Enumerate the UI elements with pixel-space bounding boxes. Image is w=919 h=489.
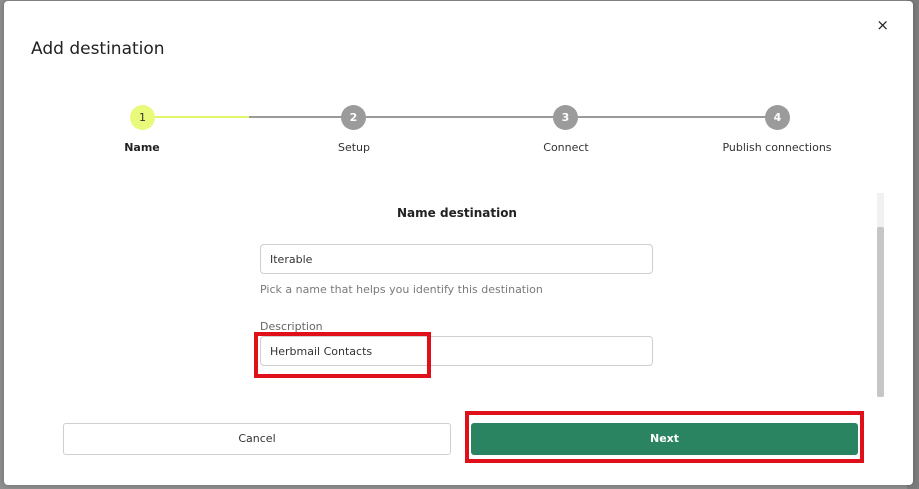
step-2-circle[interactable]: 2 (341, 105, 366, 130)
next-button[interactable]: Next (471, 423, 858, 455)
step-connector-1 (155, 116, 249, 118)
close-icon[interactable]: × (876, 18, 889, 33)
step-3-circle[interactable]: 3 (553, 105, 578, 130)
cancel-button[interactable]: Cancel (63, 423, 451, 455)
step-2-label: Setup (337, 141, 371, 154)
step-connector-1b (249, 116, 354, 118)
section-title: Name destination (397, 206, 517, 220)
modal-title: Add destination (31, 39, 165, 59)
step-1-label: Name (124, 141, 160, 154)
description-label: Description (260, 320, 323, 333)
step-3-label: Connect (543, 141, 589, 154)
step-4-circle[interactable]: 4 (765, 105, 790, 130)
destination-name-input[interactable] (260, 244, 653, 274)
name-helper-text: Pick a name that helps you identify this… (260, 283, 543, 296)
step-connector-3 (578, 116, 778, 118)
add-destination-modal: Add destination × 1 2 3 4 Name Setup Con… (4, 1, 913, 485)
step-connector-2 (366, 116, 566, 118)
stepper: 1 2 3 4 Name Setup Connect Publish conne… (4, 103, 913, 163)
step-1-circle[interactable]: 1 (130, 105, 155, 130)
step-4-label: Publish connections (722, 141, 832, 154)
description-input[interactable] (260, 336, 653, 366)
scrollbar-thumb[interactable] (877, 227, 884, 397)
